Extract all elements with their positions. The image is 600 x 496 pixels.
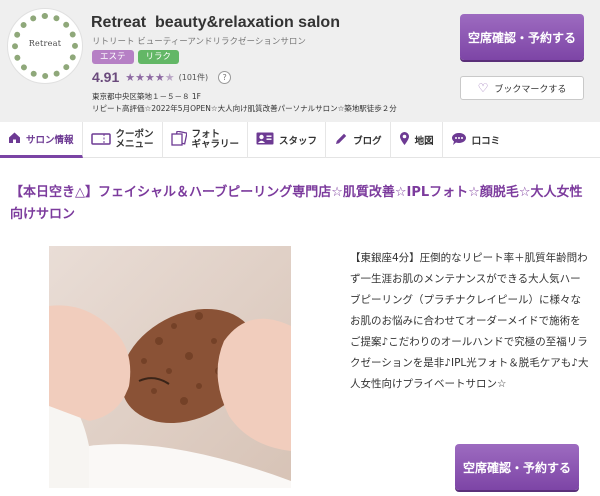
- genre-tags: エステ リラク: [92, 50, 180, 64]
- tab-staff[interactable]: スタッフ: [248, 122, 327, 158]
- salon-headline: 【本日空き△】フェイシャル＆ハーブピーリング専門店☆肌質改善☆IPLフォト☆顔脱…: [10, 185, 583, 222]
- ticket-icon: [90, 132, 111, 149]
- rating-score: 4.91: [92, 69, 120, 85]
- tab-blog[interactable]: ブログ: [326, 122, 391, 158]
- salon-logo[interactable]: Retreat: [7, 8, 83, 84]
- rating-stars: ★ ★ ★ ★ ★: [125, 71, 174, 84]
- salon-kana: リトリート ビューティーアンドリラクゼーションサロン: [92, 37, 306, 47]
- review-count-link[interactable]: (101件): [179, 72, 209, 83]
- tab-label: 地図: [414, 136, 434, 147]
- staff-card-icon: [256, 132, 274, 148]
- tab-label: 口コミ: [471, 136, 501, 147]
- bookmark-label: ブックマークする: [494, 84, 567, 95]
- tab-label: スタッフ: [279, 136, 318, 147]
- pencil-icon: [334, 132, 348, 149]
- star-icon: ★: [154, 70, 165, 84]
- tab-label: フォト ギャラリー: [192, 130, 240, 150]
- rating-row: 4.91 ★ ★ ★ ★ ★ (101件) ?: [92, 68, 232, 86]
- help-icon[interactable]: ?: [218, 70, 232, 84]
- salon-header: Retreat Retreat beauty&relaxation salon …: [0, 0, 600, 122]
- reserve-button-bottom[interactable]: 空席確認・予約する: [455, 444, 579, 490]
- heart-icon: ♡: [477, 81, 489, 95]
- reserve-button[interactable]: 空席確認・予約する: [460, 14, 584, 60]
- home-icon: [8, 131, 21, 147]
- salon-description: 【東銀座4分】圧倒的なリピート率＋肌質年齢問わず一生涯お肌のメンテナンスができる…: [350, 252, 589, 390]
- half-star-icon: ★: [164, 70, 175, 84]
- tab-photo-gallery[interactable]: フォト ギャラリー: [163, 122, 249, 158]
- salon-address: 東京都中央区築地１－５－８ 1F: [92, 92, 201, 101]
- bookmark-button[interactable]: ♡ ブックマークする: [460, 76, 584, 100]
- tab-label-line2: ギャラリー: [191, 139, 240, 150]
- tab-coupon-menu[interactable]: クーポン メニュー: [83, 122, 163, 158]
- star-icon: ★: [125, 70, 136, 84]
- tab-salon-info[interactable]: サロン情報: [0, 122, 83, 158]
- salon-nav-tabs: サロン情報 クーポン メニュー フォト ギャラリー スタッフ ブログ 地図 口コ…: [0, 122, 600, 158]
- star-icon: ★: [135, 70, 145, 84]
- map-pin-icon: [399, 131, 410, 149]
- tab-label: クーポン メニュー: [116, 130, 154, 150]
- photo-icon: [170, 130, 188, 149]
- salon-catchcopy: リピート高評価☆2022年5月OPEN☆大人向け肌質改善パーソナルサロン☆築地駅…: [92, 104, 397, 113]
- speech-bubble-icon: [451, 132, 467, 149]
- tab-map[interactable]: 地図: [391, 122, 443, 158]
- genre-tag-relax: リラク: [137, 50, 180, 64]
- tab-label: サロン情報: [26, 134, 74, 146]
- tab-label-line2: メニュー: [115, 139, 154, 150]
- star-icon: ★: [145, 70, 155, 84]
- salon-main-photo: [49, 246, 291, 488]
- logo-text: Retreat: [28, 39, 62, 48]
- tab-reviews[interactable]: 口コミ: [443, 122, 509, 158]
- salon-name[interactable]: Retreat beauty&relaxation salon: [91, 14, 340, 32]
- tab-label: ブログ: [353, 136, 382, 147]
- genre-tag-esthe: エステ: [92, 50, 134, 64]
- facial-treatment-photo: [49, 246, 291, 488]
